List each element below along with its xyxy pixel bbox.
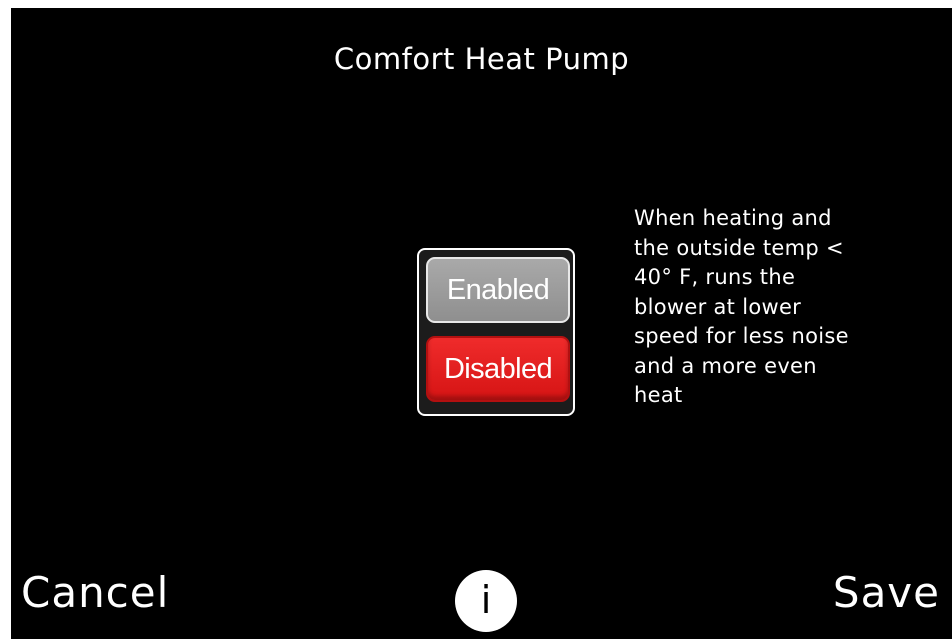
cancel-button[interactable]: Cancel [21, 568, 169, 617]
enabled-option-button[interactable]: Enabled [426, 257, 570, 323]
enable-toggle-group: Enabled Disabled [417, 248, 575, 416]
setting-description: When heating and the outside temp < 40° … [634, 206, 849, 407]
page-title: Comfort Heat Pump [333, 42, 630, 76]
info-icon: i [480, 578, 492, 622]
thermostat-screen: Comfort Heat Pump Enabled Disabled When … [11, 8, 952, 639]
save-button[interactable]: Save [833, 568, 940, 617]
disabled-option-button[interactable]: Disabled [426, 336, 570, 402]
info-button[interactable]: i [455, 570, 517, 632]
